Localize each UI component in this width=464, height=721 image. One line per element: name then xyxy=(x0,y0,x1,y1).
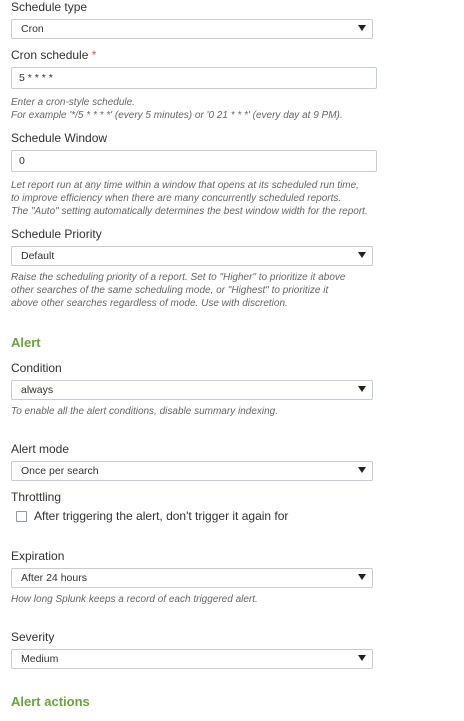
severity-value: Medium xyxy=(21,653,59,665)
expiration-select[interactable]: After 24 hours xyxy=(11,568,373,588)
schedule-type-label: Schedule type xyxy=(11,0,88,14)
cron-schedule-label: Cron schedule * xyxy=(11,48,96,62)
help-line: to improve efficiency when there are man… xyxy=(11,193,342,204)
schedule-window-help: Let report run at any time within a wind… xyxy=(11,179,368,218)
help-line: The "Auto" setting automatically determi… xyxy=(11,206,368,217)
cron-schedule-label-text: Cron schedule xyxy=(11,48,89,62)
chevron-down-icon xyxy=(358,252,366,258)
alert-mode-select[interactable]: Once per search xyxy=(11,461,373,481)
expiration-label: Expiration xyxy=(11,549,65,563)
alert-actions-section-title: Alert actions xyxy=(11,694,90,709)
throttling-checkbox[interactable] xyxy=(16,510,27,522)
schedule-priority-label: Schedule Priority xyxy=(11,227,102,241)
condition-help: To enable all the alert conditions, disa… xyxy=(11,406,279,417)
schedule-window-label: Schedule Window xyxy=(11,131,108,145)
throttling-checkbox-row[interactable]: After triggering the alert, don't trigge… xyxy=(16,509,288,523)
help-line: other searches of the same scheduling mo… xyxy=(11,285,329,296)
cron-schedule-help: Enter a cron-style schedule. For example… xyxy=(11,96,343,122)
schedule-type-select[interactable]: Cron xyxy=(11,19,373,39)
schedule-priority-help: Raise the scheduling priority of a repor… xyxy=(11,271,346,310)
help-line: above other searches regardless of mode.… xyxy=(11,298,288,309)
chevron-down-icon xyxy=(358,25,366,31)
help-line: Enter a cron-style schedule. xyxy=(11,97,135,108)
chevron-down-icon xyxy=(358,467,366,473)
expiration-help: How long Splunk keeps a record of each t… xyxy=(11,594,258,605)
cron-schedule-input[interactable]: 5 * * * * xyxy=(11,67,377,89)
schedule-priority-value: Default xyxy=(21,250,55,262)
alert-section-title: Alert xyxy=(11,335,41,350)
help-line: Raise the scheduling priority of a repor… xyxy=(11,272,346,283)
severity-label: Severity xyxy=(11,630,55,644)
chevron-down-icon xyxy=(358,386,366,392)
condition-label: Condition xyxy=(11,361,62,375)
expiration-value: After 24 hours xyxy=(21,572,87,584)
schedule-type-value: Cron xyxy=(21,23,44,35)
chevron-down-icon xyxy=(358,655,366,661)
required-mark: * xyxy=(91,48,97,62)
schedule-window-input[interactable]: 0 xyxy=(11,150,377,172)
alert-mode-label: Alert mode xyxy=(11,442,70,456)
alert-mode-value: Once per search xyxy=(21,465,99,477)
condition-select[interactable]: always xyxy=(11,380,373,400)
condition-value: always xyxy=(21,384,54,396)
schedule-priority-select[interactable]: Default xyxy=(11,246,373,266)
throttling-label: Throttling xyxy=(11,490,62,504)
chevron-down-icon xyxy=(358,574,366,580)
throttling-checkbox-label[interactable]: After triggering the alert, don't trigge… xyxy=(34,509,288,523)
help-line: For example '*/5 * * * *' (every 5 minut… xyxy=(11,110,343,121)
severity-select[interactable]: Medium xyxy=(11,649,373,669)
help-line: Let report run at any time within a wind… xyxy=(11,180,359,191)
